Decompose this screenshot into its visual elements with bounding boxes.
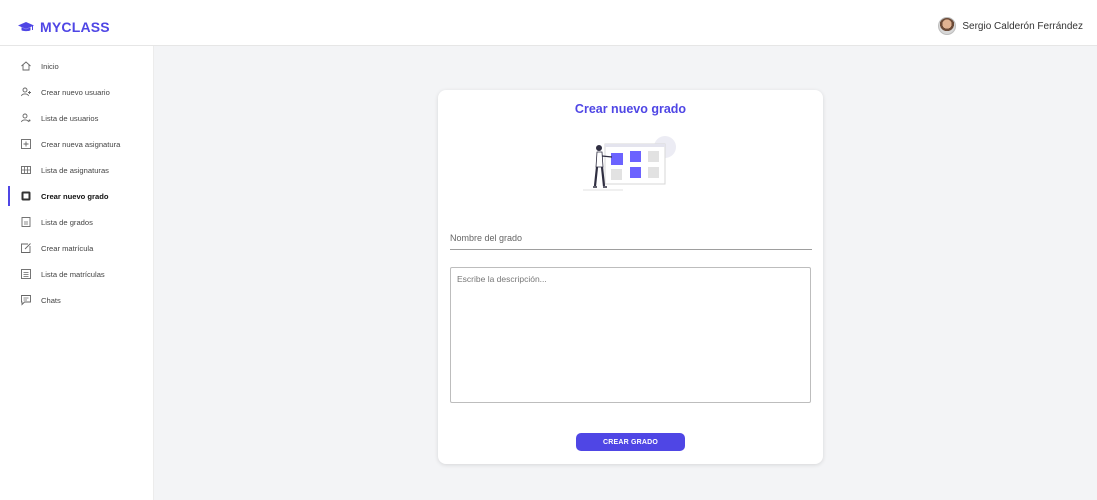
sidebar-item-label: Lista de grados — [41, 217, 93, 227]
sidebar-item-inicio[interactable]: Inicio — [0, 54, 154, 78]
square-filled-icon — [20, 190, 32, 202]
brand-logo[interactable]: MYCLASS — [18, 19, 110, 35]
sidebar-item-label: Crear matrícula — [41, 243, 94, 253]
sidebar-item-crear-usuario[interactable]: Crear nuevo usuario — [0, 80, 154, 104]
sidebar-item-label: Crear nuevo usuario — [41, 87, 110, 97]
sidebar-item-label: Chats — [41, 295, 61, 305]
user-menu[interactable]: Sergio Calderón Ferrández — [938, 17, 1083, 35]
edit-icon — [20, 242, 32, 254]
top-header: MYCLASS Sergio Calderón Ferrández — [0, 10, 1097, 46]
list-box-icon — [20, 268, 32, 280]
form-title: Crear nuevo grado — [574, 102, 687, 116]
sidebar-item-lista-asignaturas[interactable]: Lista de asignaturas — [0, 158, 154, 182]
sidebar-item-lista-grados[interactable]: Lista de grados — [0, 210, 154, 234]
document-icon — [20, 216, 32, 228]
sidebar-item-label: Lista de asignaturas — [41, 165, 109, 175]
sidebar-item-label: Lista de usuarios — [41, 113, 99, 123]
square-plus-icon — [20, 138, 32, 150]
sidebar-item-lista-usuarios[interactable]: Lista de usuarios — [0, 106, 154, 130]
sidebar-item-crear-matricula[interactable]: Crear matrícula — [0, 236, 154, 260]
sidebar-item-crear-grado[interactable]: Crear nuevo grado — [0, 184, 154, 208]
chat-icon — [20, 294, 32, 306]
main-content: Crear nuevo grado Nombre del grado Escri… — [154, 46, 1097, 500]
app-window: MYCLASS Sergio Calderón Ferrández Inicio… — [0, 10, 1097, 500]
sidebar-item-crear-asignatura[interactable]: Crear nueva asignatura — [0, 132, 154, 156]
graduation-cap-icon — [18, 21, 34, 33]
description-textarea[interactable] — [450, 267, 811, 403]
sidebar-item-label: Inicio — [41, 61, 59, 71]
user-name: Sergio Calderón Ferrández — [962, 20, 1083, 32]
sidebar-item-lista-matriculas[interactable]: Lista de matrículas — [0, 262, 154, 286]
user-plus-icon — [20, 86, 32, 98]
create-grade-card: Crear nuevo grado Nombre del grado Escri… — [438, 90, 823, 464]
sidebar: Inicio Crear nuevo usuario Lista de usua… — [0, 46, 154, 500]
avatar[interactable] — [938, 17, 957, 35]
grade-name-input[interactable] — [450, 229, 812, 250]
create-grade-button[interactable]: CREAR GRADO — [576, 433, 685, 451]
sidebar-item-label: Crear nueva asignatura — [41, 139, 121, 149]
sidebar-item-label: Crear nuevo grado — [41, 191, 109, 201]
brand-name: MYCLASS — [40, 19, 110, 35]
list-columns-icon — [20, 164, 32, 176]
home-icon — [20, 60, 32, 72]
form-illustration — [578, 134, 678, 203]
users-icon — [20, 112, 32, 124]
sidebar-item-label: Lista de matrículas — [41, 269, 105, 279]
sidebar-item-chats[interactable]: Chats — [0, 288, 154, 312]
